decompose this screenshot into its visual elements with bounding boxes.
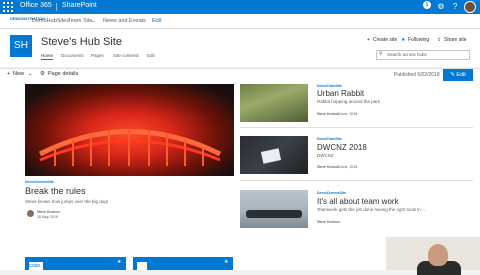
news-description: Rabbit hopping around the park [317, 99, 381, 104]
notification-badge[interactable]: 1 [423, 1, 431, 9]
site-tab-site-contents[interactable]: Site contents [113, 53, 139, 58]
site-tab-home[interactable]: Home [41, 53, 54, 60]
plus-icon: + [7, 71, 11, 77]
share-icon: ⇪ [437, 37, 442, 43]
edit-label: Edit [456, 72, 466, 78]
divider [240, 180, 473, 181]
news-description: DWCNZ [317, 153, 334, 158]
news-site-label[interactable]: DemoTeamSite [317, 84, 342, 88]
site-tab-edit[interactable]: Edit [147, 53, 155, 58]
news-date: 7 June, 2018 [337, 165, 358, 169]
news-title[interactable]: It's all about team work [317, 197, 399, 206]
tile-label: crate [29, 262, 43, 270]
hub-name[interactable]: DemoHubSites [32, 18, 69, 24]
news-author[interactable]: Steve Knutson [317, 220, 340, 224]
suite-divider [56, 3, 57, 11]
news-date: 7 June, 2018 [337, 112, 358, 116]
news-site-label[interactable]: DemoCommsSite [317, 191, 346, 195]
site-header [0, 29, 480, 67]
new-button[interactable]: New [13, 71, 24, 77]
site-tab-pages[interactable]: Pages [91, 53, 104, 58]
news-thumbnail[interactable] [240, 190, 308, 228]
hub-logo: DEMONSTRATION [10, 16, 46, 21]
plus-icon: + [367, 37, 370, 43]
news-hero-image[interactable] [25, 84, 234, 176]
news-description: Teamwork gets the job done having the ri… [317, 207, 426, 212]
chevron-down-icon[interactable]: ⌄ [91, 18, 96, 24]
news-title[interactable]: DWCNZ 2018 [317, 143, 367, 152]
star-icon[interactable]: ★ [117, 259, 121, 265]
hub-nav-item-team-site[interactable]: Team Site [68, 18, 92, 24]
help-icon[interactable]: ? [450, 2, 460, 12]
tile-thumbnail [137, 262, 147, 270]
site-tab-documents[interactable]: Documents [61, 53, 84, 58]
page-details-button[interactable]: Page details [48, 71, 78, 77]
quick-link-tile[interactable]: ★ [133, 257, 233, 270]
create-site-button[interactable]: Create site [373, 37, 397, 43]
quick-link-tile[interactable]: crate ★ [25, 257, 126, 270]
site-logo[interactable]: SH [10, 35, 32, 57]
site-title[interactable]: Steve's Hub Site [41, 36, 122, 48]
news-title[interactable]: Urban Rabbit [317, 89, 364, 98]
news-site-label[interactable]: DemoTeamSite [317, 137, 342, 141]
divider [240, 127, 473, 128]
bridge-illustration [38, 129, 222, 166]
team-rowing-image [246, 210, 302, 218]
edit-button[interactable]: ✎ Edit [443, 69, 473, 81]
app-launcher-icon[interactable] [3, 2, 13, 12]
suite-title[interactable]: Office 365 [20, 2, 52, 9]
author-avatar [27, 210, 34, 217]
following-button[interactable]: Following [408, 37, 429, 43]
user-avatar[interactable] [464, 1, 476, 13]
news-thumbnail[interactable] [240, 84, 308, 122]
published-status: Published 6/02/2018 [394, 72, 440, 78]
presenter-head [428, 244, 448, 266]
news-title[interactable]: Break the rules [25, 186, 86, 196]
share-site-button[interactable]: Share site [444, 37, 467, 43]
search-input[interactable]: Search across hubs [376, 50, 470, 60]
news-site-label[interactable]: DemoCommsSite [25, 180, 54, 184]
device-image [260, 148, 282, 164]
suite-app-name[interactable]: SharePoint [62, 2, 97, 9]
news-thumbnail[interactable] [240, 136, 308, 174]
chevron-down-icon[interactable]: ⌄ [139, 18, 144, 24]
news-description: Steve knows how jumps over the big dog! [25, 199, 109, 204]
settings-icon[interactable]: ⚙ [436, 2, 446, 12]
chevron-down-icon[interactable]: ⌄ [28, 71, 33, 77]
hub-nav-edit-link[interactable]: Edit [152, 18, 161, 24]
gear-icon: ⚙ [40, 71, 45, 77]
news-date: 18 May, 2018 [37, 215, 58, 219]
star-icon[interactable]: ★ [224, 259, 228, 265]
star-icon: ★ [401, 37, 406, 43]
search-icon: ⚲ [379, 51, 383, 57]
news-author[interactable]: Steve Knutson [37, 210, 60, 214]
